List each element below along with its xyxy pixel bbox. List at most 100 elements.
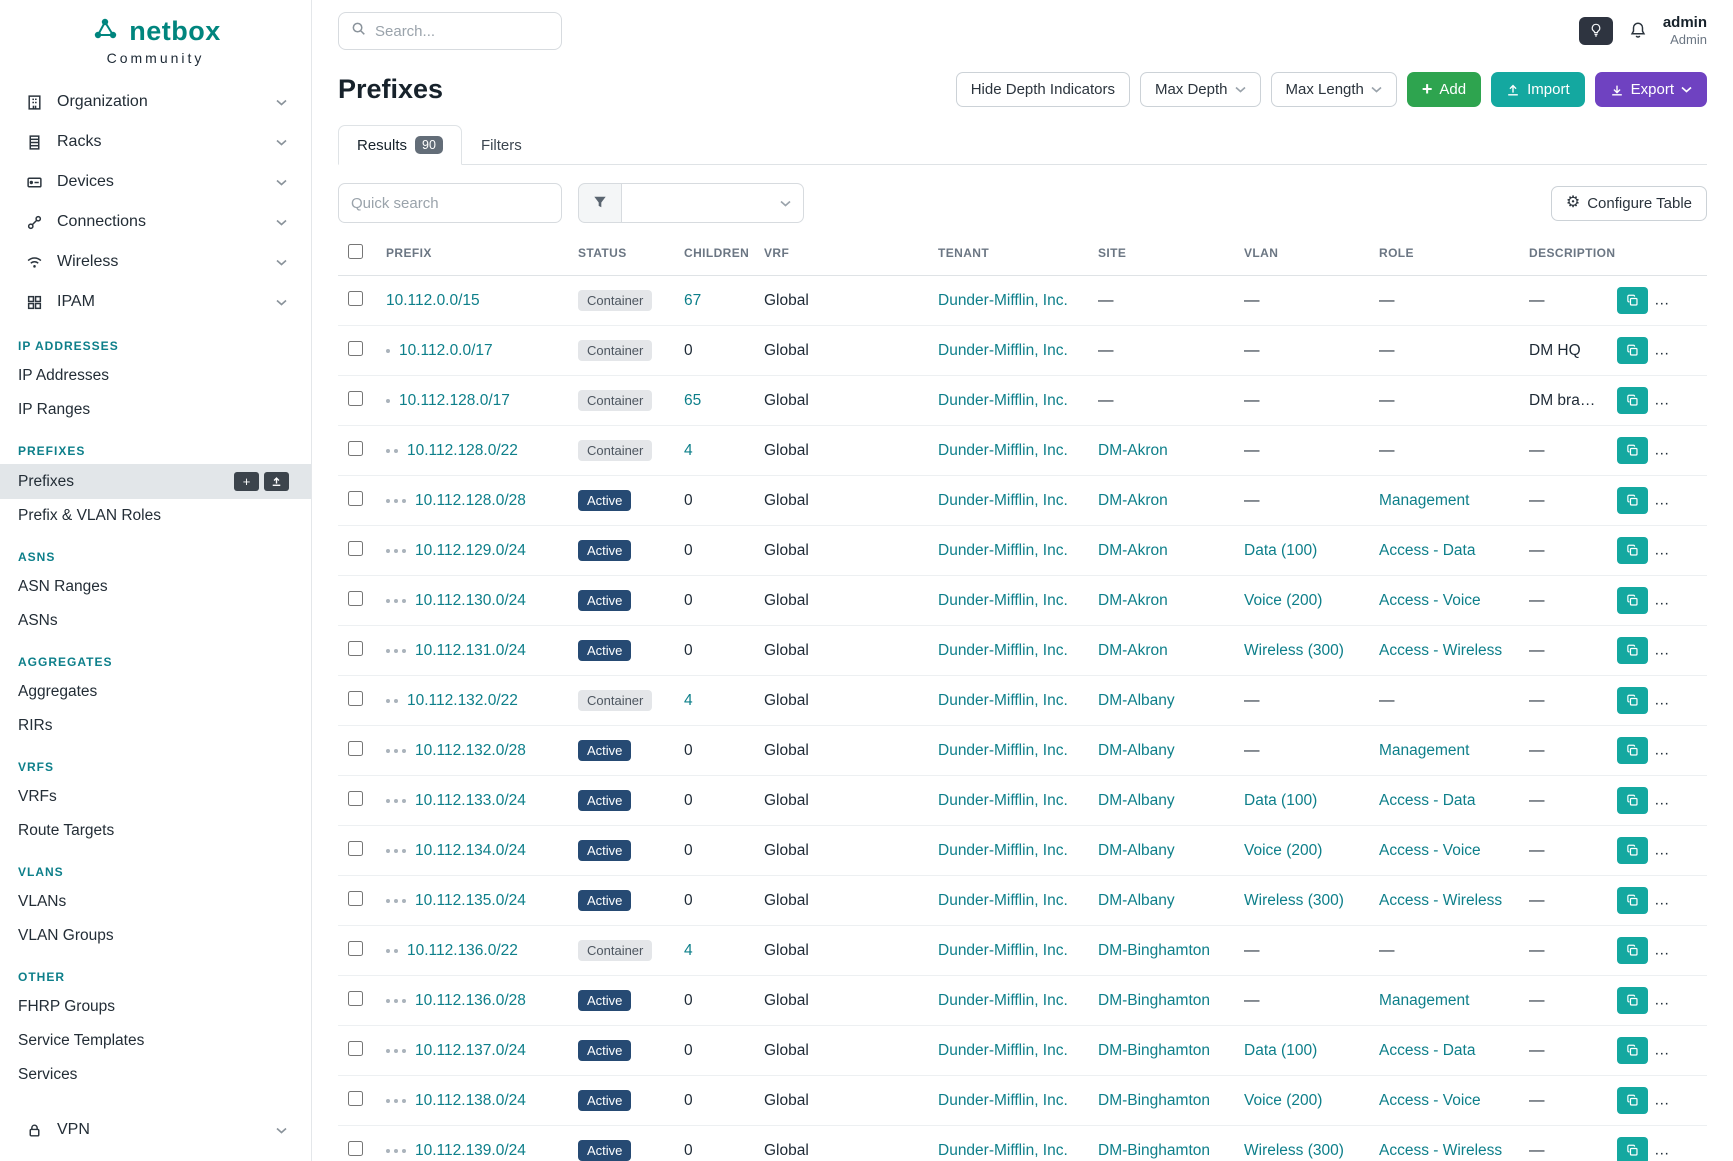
prefix-link[interactable]: 10.112.133.0/24 — [415, 792, 526, 809]
site-link[interactable]: DM-Albany — [1098, 792, 1175, 809]
sidebar-item-route-targets[interactable]: Route Targets — [0, 814, 311, 848]
role-link[interactable]: Access - Voice — [1379, 842, 1481, 859]
sidebar-item-ipam[interactable]: IPAM — [0, 282, 311, 322]
vlan-link[interactable]: Wireless (300) — [1244, 642, 1344, 659]
tenant-link[interactable]: Dunder-Mifflin, Inc. — [938, 892, 1068, 909]
clone-button[interactable] — [1617, 1137, 1648, 1161]
tab-filters[interactable]: Filters — [462, 125, 541, 165]
site-link[interactable]: DM-Binghamton — [1098, 1042, 1210, 1059]
clone-button[interactable] — [1617, 487, 1648, 514]
clone-button[interactable] — [1617, 837, 1648, 864]
user-menu[interactable]: admin Admin — [1663, 14, 1707, 48]
sidebar-item-asn-ranges[interactable]: ASN Ranges — [0, 570, 311, 604]
prefix-link[interactable]: 10.112.134.0/24 — [415, 842, 526, 859]
column-header-vlan[interactable]: VLAN — [1234, 231, 1369, 276]
tenant-link[interactable]: Dunder-Mifflin, Inc. — [938, 942, 1068, 959]
tenant-link[interactable]: Dunder-Mifflin, Inc. — [938, 342, 1068, 359]
row-checkbox[interactable] — [348, 341, 363, 356]
tenant-link[interactable]: Dunder-Mifflin, Inc. — [938, 492, 1068, 509]
sidebar-item-services[interactable]: Services — [0, 1058, 311, 1092]
tenant-link[interactable]: Dunder-Mifflin, Inc. — [938, 642, 1068, 659]
site-link[interactable]: DM-Akron — [1098, 592, 1168, 609]
role-link[interactable]: Access - Wireless — [1379, 892, 1502, 909]
clone-button[interactable] — [1617, 1037, 1648, 1064]
sidebar-item-vrfs[interactable]: VRFs — [0, 780, 311, 814]
clone-button[interactable] — [1617, 687, 1648, 714]
select-all-checkbox[interactable] — [348, 244, 363, 259]
column-header-children[interactable]: CHILDREN — [674, 231, 754, 276]
quick-import-button[interactable] — [264, 472, 289, 491]
row-checkbox[interactable] — [348, 291, 363, 306]
tenant-link[interactable]: Dunder-Mifflin, Inc. — [938, 842, 1068, 859]
site-link[interactable]: DM-Binghamton — [1098, 992, 1210, 1009]
tab-results[interactable]: Results 90 — [338, 125, 462, 165]
site-link[interactable]: DM-Akron — [1098, 642, 1168, 659]
clone-button[interactable] — [1617, 537, 1648, 564]
sidebar-item-prefixes[interactable]: Prefixes+ — [0, 464, 311, 499]
sidebar-item-service-templates[interactable]: Service Templates — [0, 1024, 311, 1058]
sidebar-item-prefix-vlan-roles[interactable]: Prefix & VLAN Roles — [0, 499, 311, 533]
role-link[interactable]: Access - Data — [1379, 1042, 1475, 1059]
clone-button[interactable] — [1617, 587, 1648, 614]
sidebar-item-racks[interactable]: Racks — [0, 122, 311, 162]
global-search[interactable] — [338, 12, 562, 50]
clone-button[interactable] — [1617, 637, 1648, 664]
prefix-link[interactable]: 10.112.132.0/28 — [415, 742, 526, 759]
sidebar-item-aggregates[interactable]: Aggregates — [0, 675, 311, 709]
tenant-link[interactable]: Dunder-Mifflin, Inc. — [938, 1092, 1068, 1109]
clone-button[interactable] — [1617, 937, 1648, 964]
theme-toggle-button[interactable] — [1579, 17, 1613, 45]
quick-search-input[interactable] — [338, 183, 562, 223]
row-checkbox[interactable] — [348, 1091, 363, 1106]
children-link[interactable]: 65 — [684, 392, 701, 409]
sidebar-item-wireless[interactable]: Wireless — [0, 242, 311, 282]
configure-table-button[interactable]: ⚙ Configure Table — [1551, 186, 1707, 221]
column-header-site[interactable]: SITE — [1088, 231, 1234, 276]
role-link[interactable]: Management — [1379, 492, 1469, 509]
tenant-link[interactable]: Dunder-Mifflin, Inc. — [938, 442, 1068, 459]
prefix-link[interactable]: 10.112.132.0/22 — [407, 692, 518, 709]
row-checkbox[interactable] — [348, 1141, 363, 1156]
children-link[interactable]: 4 — [684, 692, 693, 709]
tenant-link[interactable]: Dunder-Mifflin, Inc. — [938, 742, 1068, 759]
sidebar-item-fhrp-groups[interactable]: FHRP Groups — [0, 990, 311, 1024]
column-header-prefix[interactable]: PREFIX — [376, 231, 568, 276]
max-depth-dropdown[interactable]: Max Depth — [1140, 72, 1261, 107]
tenant-link[interactable]: Dunder-Mifflin, Inc. — [938, 1042, 1068, 1059]
notifications-button[interactable] — [1629, 21, 1647, 42]
row-checkbox[interactable] — [348, 841, 363, 856]
prefix-link[interactable]: 10.112.130.0/24 — [415, 592, 526, 609]
clone-button[interactable] — [1617, 887, 1648, 914]
prefix-link[interactable]: 10.112.135.0/24 — [415, 892, 526, 909]
column-header-description[interactable]: DESCRIPTION — [1519, 231, 1607, 276]
row-checkbox[interactable] — [348, 441, 363, 456]
column-header-tenant[interactable]: TENANT — [928, 231, 1088, 276]
sidebar-item-vpn[interactable]: VPN — [0, 1110, 311, 1150]
clone-button[interactable] — [1617, 287, 1648, 314]
row-checkbox[interactable] — [348, 691, 363, 706]
row-checkbox[interactable] — [348, 991, 363, 1006]
site-link[interactable]: DM-Albany — [1098, 742, 1175, 759]
vlan-link[interactable]: Data (100) — [1244, 542, 1317, 559]
tenant-link[interactable]: Dunder-Mifflin, Inc. — [938, 392, 1068, 409]
clone-button[interactable] — [1617, 437, 1648, 464]
tenant-link[interactable]: Dunder-Mifflin, Inc. — [938, 292, 1068, 309]
search-input[interactable] — [375, 23, 549, 40]
children-link[interactable]: 4 — [684, 442, 693, 459]
clone-button[interactable] — [1617, 337, 1648, 364]
sidebar-item-devices[interactable]: Devices — [0, 162, 311, 202]
tenant-link[interactable]: Dunder-Mifflin, Inc. — [938, 992, 1068, 1009]
saved-filter-select[interactable] — [622, 183, 804, 223]
row-checkbox[interactable] — [348, 641, 363, 656]
vlan-link[interactable]: Data (100) — [1244, 1042, 1317, 1059]
clone-button[interactable] — [1617, 987, 1648, 1014]
vlan-link[interactable]: Voice (200) — [1244, 1092, 1322, 1109]
prefix-link[interactable]: 10.112.128.0/17 — [399, 392, 510, 409]
quick-add-button[interactable]: + — [234, 472, 259, 491]
tenant-link[interactable]: Dunder-Mifflin, Inc. — [938, 542, 1068, 559]
prefix-link[interactable]: 10.112.0.0/17 — [399, 342, 493, 359]
site-link[interactable]: DM-Binghamton — [1098, 1142, 1210, 1159]
max-length-dropdown[interactable]: Max Length — [1271, 72, 1397, 107]
row-checkbox[interactable] — [348, 491, 363, 506]
role-link[interactable]: Access - Voice — [1379, 592, 1481, 609]
